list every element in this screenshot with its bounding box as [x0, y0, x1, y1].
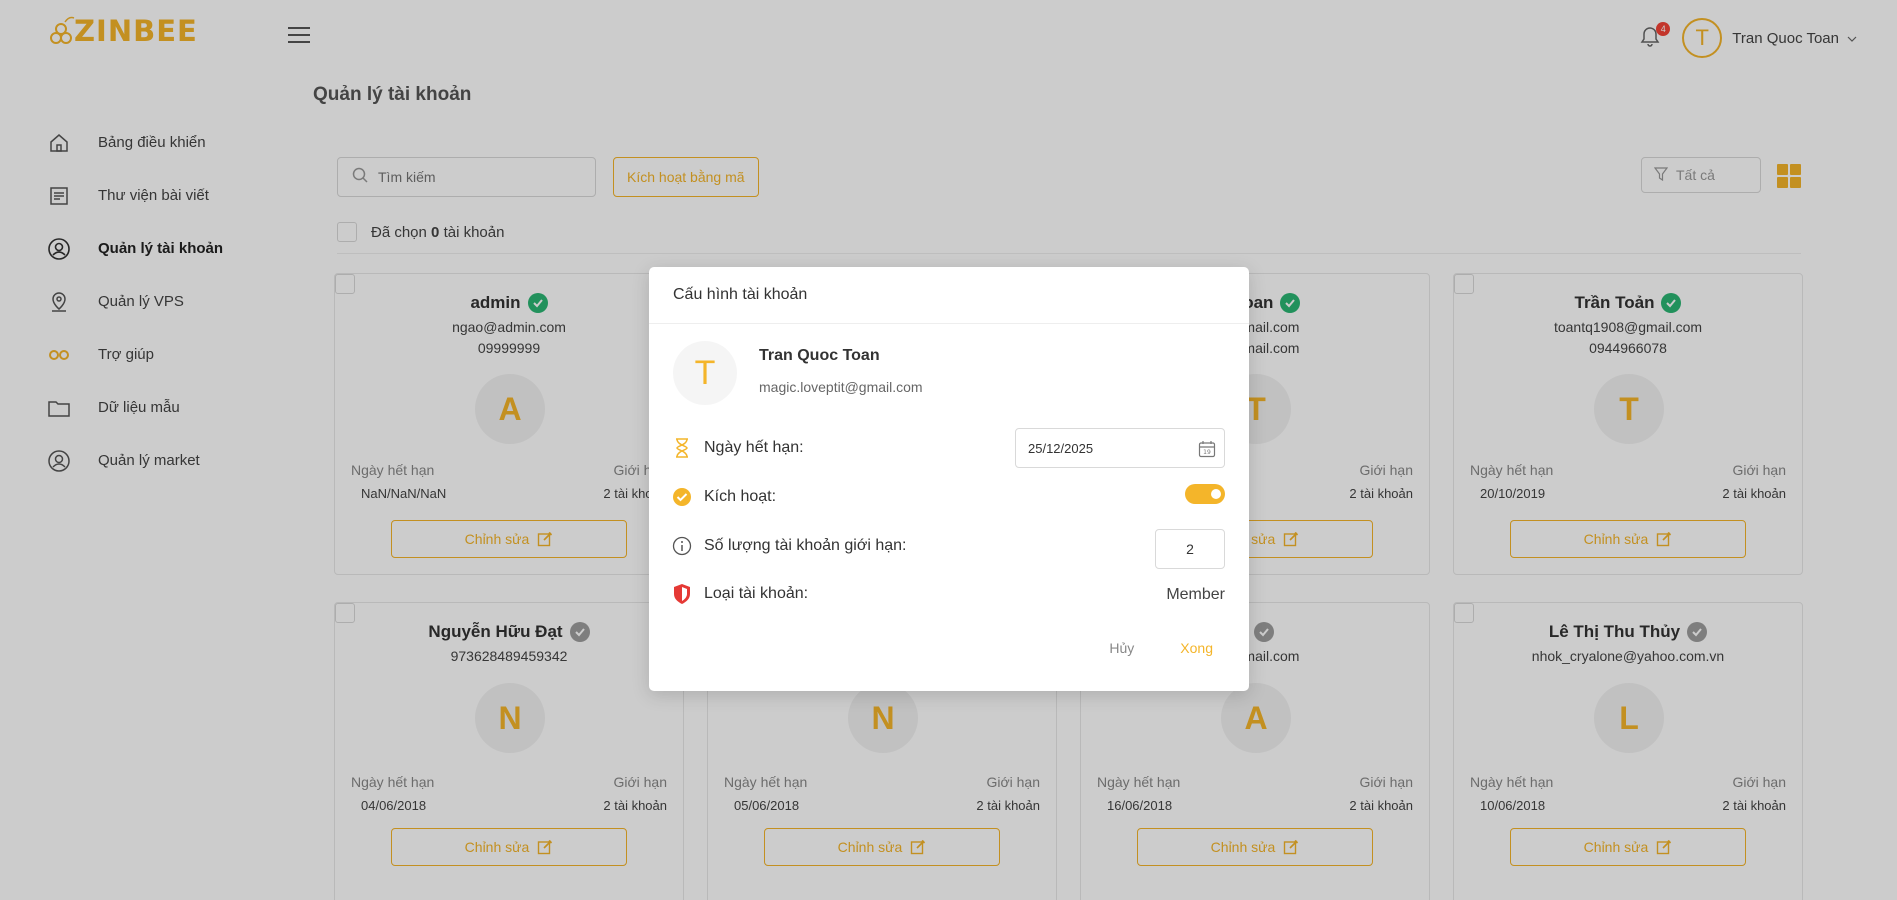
cancel-button[interactable]: Hủy	[1109, 640, 1134, 656]
limit-label: Số lượng tài khoản giới hạn:	[704, 537, 907, 554]
limit-number-field[interactable]: 2	[1155, 529, 1225, 569]
dialog-title: Cấu hình tài khoản	[649, 267, 1249, 324]
active-toggle[interactable]	[1185, 484, 1225, 504]
avatar: T	[673, 341, 737, 405]
active-row: Kích hoạt:	[672, 487, 1225, 507]
toggle-knob	[1211, 489, 1221, 499]
active-label: Kích hoạt:	[704, 488, 777, 505]
dialog-user-name: Tran Quoc Toan	[759, 347, 880, 364]
hourglass-icon	[672, 438, 692, 458]
account-config-dialog: Cấu hình tài khoản T Tran Quoc Toan magi…	[649, 267, 1249, 691]
limit-row: Số lượng tài khoản giới hạn:	[672, 536, 1225, 556]
expiry-label: Ngày hết hạn:	[704, 439, 804, 456]
done-button[interactable]: Xong	[1180, 640, 1213, 656]
expiry-date-value: 25/12/2025	[1028, 440, 1094, 456]
calendar-icon[interactable]: 19	[1198, 440, 1216, 461]
type-row: Loại tài khoản:	[672, 584, 1225, 604]
check-circle-icon	[672, 487, 692, 507]
svg-text:19: 19	[1203, 449, 1211, 456]
type-label: Loại tài khoản:	[704, 585, 809, 602]
dialog-footer: Hủy Xong	[1109, 640, 1213, 656]
info-icon	[672, 536, 692, 556]
dialog-user-email: magic.loveptit@gmail.com	[759, 379, 923, 395]
expiry-date-field[interactable]: 25/12/2025 19	[1015, 428, 1225, 468]
dialog-user: T Tran Quoc Toan magic.loveptit@gmail.co…	[673, 341, 923, 405]
account-type-value: Member	[1166, 586, 1225, 603]
shield-icon	[672, 584, 692, 604]
